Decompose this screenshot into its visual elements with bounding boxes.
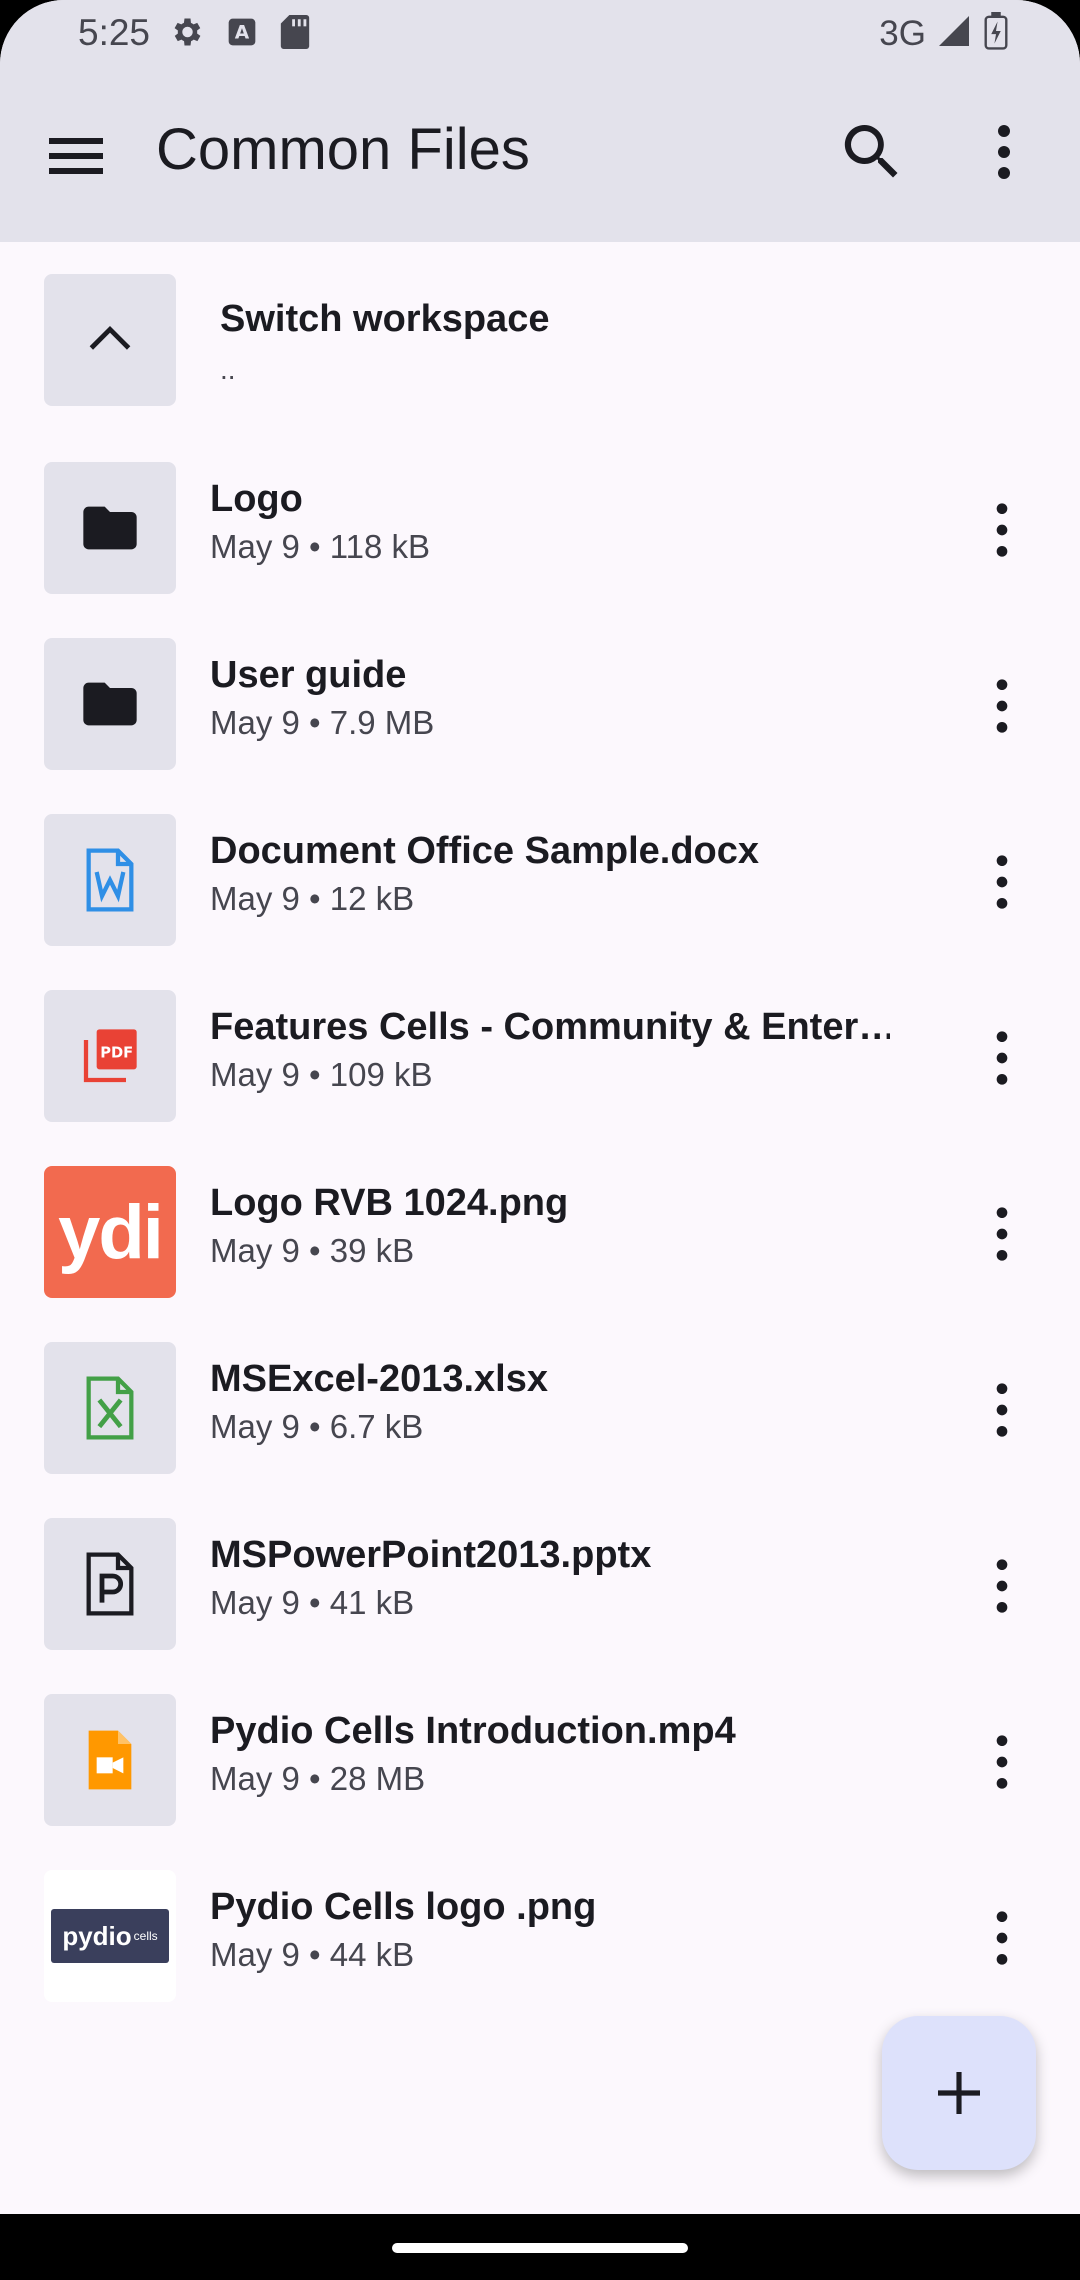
search-button[interactable] (836, 116, 908, 188)
pydio-logo-thumb: ydi (58, 1189, 164, 1275)
item-more-button[interactable] (970, 842, 1034, 922)
pydio-logo-text: pydio (62, 1920, 132, 1951)
file-meta: May 9 • 12 kB (210, 880, 415, 917)
more-vert-icon (998, 125, 1010, 179)
more-vert-icon (996, 1207, 1008, 1261)
image-thumbnail: pydio cells (44, 1870, 176, 2002)
overflow-menu-button[interactable] (968, 116, 1040, 188)
file-name: MSExcel-2013.xlsx (210, 1358, 549, 1400)
excel-icon (86, 1376, 134, 1440)
menu-button[interactable] (40, 120, 112, 192)
pydio-cells-logo-thumb: pydio cells (51, 1909, 169, 1963)
more-vert-icon (996, 1031, 1008, 1085)
file-name: User guide (210, 654, 407, 696)
file-name: Logo RVB 1024.png (210, 1182, 569, 1224)
switch-workspace-row[interactable]: Switch workspace .. (0, 242, 1080, 418)
add-button[interactable] (882, 2016, 1036, 2170)
file-thumb: PDF (44, 990, 176, 1122)
file-name: Features Cells - Community & Enter… (210, 1006, 890, 1048)
folder-icon (83, 682, 137, 726)
powerpoint-icon (86, 1552, 134, 1616)
search-icon (844, 125, 898, 178)
status-right: 3G (879, 12, 1010, 55)
file-name: Logo (210, 478, 303, 520)
screen: 5:25 A 3G Common Files Switch workspace … (0, 0, 1080, 2214)
item-more-button[interactable] (970, 1018, 1034, 1098)
menu-icon (49, 138, 103, 174)
pdf-icon: PDF (83, 1029, 137, 1083)
word-doc-icon (86, 848, 134, 912)
file-meta: May 9 • 44 kB (210, 1936, 415, 1973)
list-item[interactable]: pydio cells Pydio Cells logo .png May 9 … (0, 1838, 1080, 2014)
sd-card-icon (280, 15, 310, 54)
list-item[interactable]: ydi Logo RVB 1024.png May 9 • 39 kB (0, 1134, 1080, 1310)
item-more-button[interactable] (970, 1898, 1034, 1978)
gesture-nav-handle[interactable] (392, 2243, 688, 2253)
list-item[interactable]: MSExcel-2013.xlsx May 9 • 6.7 kB (0, 1310, 1080, 1486)
page-title: Common Files (156, 117, 530, 182)
parent-dir-label: .. (220, 354, 236, 385)
file-thumb (44, 1342, 176, 1474)
item-more-button[interactable] (970, 1546, 1034, 1626)
file-meta: May 9 • 6.7 kB (210, 1408, 424, 1445)
item-more-button[interactable] (970, 1370, 1034, 1450)
file-thumb (44, 814, 176, 946)
file-thumb (44, 638, 176, 770)
video-icon (88, 1730, 132, 1790)
list-item[interactable]: Logo May 9 • 118 kB (0, 430, 1080, 606)
file-meta: May 9 • 109 kB (210, 1056, 433, 1093)
list-item[interactable]: User guide May 9 • 7.9 MB (0, 606, 1080, 782)
chevron-up-icon (89, 325, 131, 350)
file-name: Pydio Cells Introduction.mp4 (210, 1710, 736, 1752)
list-item[interactable]: Pydio Cells Introduction.mp4 May 9 • 28 … (0, 1662, 1080, 1838)
list-item[interactable]: MSPowerPoint2013.pptx May 9 • 41 kB (0, 1486, 1080, 1662)
file-thumb (44, 1694, 176, 1826)
cells-logo-text: cells (133, 1929, 158, 1943)
item-more-button[interactable] (970, 1194, 1034, 1274)
signal-icon (936, 13, 972, 54)
svg-text:PDF: PDF (100, 1044, 133, 1061)
file-meta: May 9 • 118 kB (210, 528, 431, 565)
file-name: Document Office Sample.docx (210, 830, 760, 872)
more-vert-icon (996, 855, 1008, 909)
more-vert-icon (996, 1559, 1008, 1613)
list-item[interactable]: PDF Features Cells - Community & Enter… … (0, 958, 1080, 1134)
svg-text:A: A (235, 23, 250, 44)
folder-icon (83, 506, 137, 550)
more-vert-icon (996, 1383, 1008, 1437)
more-vert-icon (996, 679, 1008, 733)
more-vert-icon (996, 1911, 1008, 1965)
file-meta: May 9 • 28 MB (210, 1760, 426, 1797)
status-icons-left: A (168, 14, 310, 55)
list-item[interactable]: Document Office Sample.docx May 9 • 12 k… (0, 782, 1080, 958)
file-meta: May 9 • 7.9 MB (210, 704, 435, 741)
file-meta: May 9 • 39 kB (210, 1232, 415, 1269)
file-thumb (44, 462, 176, 594)
file-name: MSPowerPoint2013.pptx (210, 1534, 652, 1576)
battery-icon (982, 12, 1010, 55)
app-bar: Common Files (0, 70, 1080, 242)
file-meta: May 9 • 41 kB (210, 1584, 415, 1621)
plus-icon (938, 2072, 980, 2114)
file-thumb (44, 1518, 176, 1650)
item-more-button[interactable] (970, 666, 1034, 746)
switch-workspace-thumb (44, 274, 176, 406)
file-name: Pydio Cells logo .png (210, 1886, 597, 1928)
more-vert-icon (996, 1735, 1008, 1789)
image-thumbnail: ydi (44, 1166, 176, 1298)
item-more-button[interactable] (970, 490, 1034, 570)
accessibility-a-icon: A (226, 16, 258, 53)
more-vert-icon (996, 503, 1008, 557)
settings-icon (168, 14, 204, 55)
status-time: 5:25 (78, 12, 151, 53)
switch-workspace-title: Switch workspace (220, 298, 550, 340)
network-type: 3G (879, 13, 926, 53)
status-bar: 5:25 A 3G (0, 0, 1080, 70)
item-more-button[interactable] (970, 1722, 1034, 1802)
